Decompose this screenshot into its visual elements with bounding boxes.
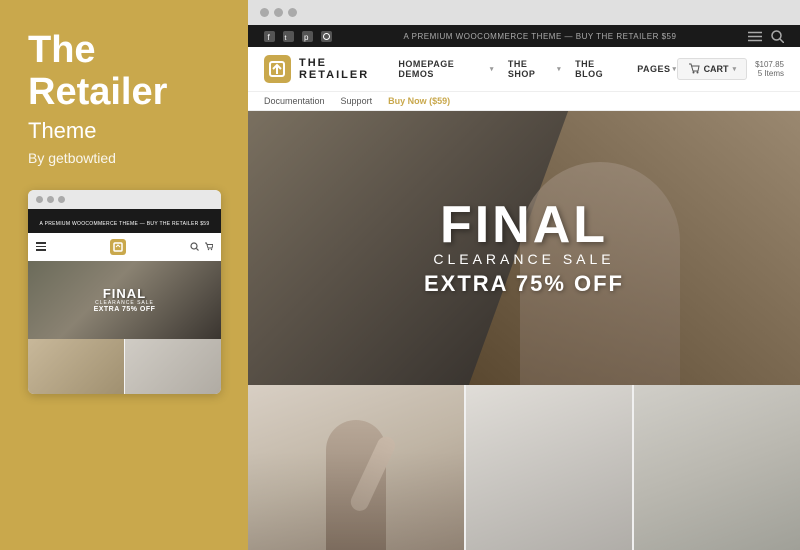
mini-dot-3: [58, 196, 65, 203]
sub-nav: Documentation Support Buy Now ($59): [248, 92, 800, 111]
nav-bar: THE RETAILER HOMEPAGE DEMOS ▾ THE SHOP ▾…: [248, 47, 800, 92]
mini-hero-extra: EXTRA 75% OFF: [94, 306, 156, 313]
sub-nav-documentation[interactable]: Documentation: [264, 96, 325, 106]
promo-text: A PREMIUM WOOCOMMERCE THEME — BUY THE RE…: [332, 32, 748, 41]
mini-logo-icon: [110, 239, 126, 255]
nav-logo: THE RETAILER: [264, 55, 398, 83]
top-bar: f t p A PREMIUM WOOCOMMERCE THEME — BUY …: [248, 25, 800, 47]
nav-item-homepage-demos[interactable]: HOMEPAGE DEMOS ▾: [398, 59, 493, 79]
cart-icon: [688, 63, 700, 75]
product-img-2[interactable]: [466, 385, 632, 550]
hero-section: FINAL CLEARANCE SALE EXTRA 75% OFF: [248, 111, 800, 385]
browser-titlebar: [248, 0, 800, 25]
menu-icon[interactable]: [748, 29, 762, 43]
mini-product-img-1: [28, 339, 124, 394]
theme-title: The Retailer: [28, 30, 167, 114]
mini-topbar: A PREMIUM WOOCOMMERCE THEME — BUY THE RE…: [28, 209, 221, 233]
browser-dot-3: [288, 8, 297, 17]
nav-logo-icon: [264, 55, 291, 83]
theme-subtitle: Theme: [28, 118, 96, 144]
nav-item-the-blog[interactable]: THE BLOG: [575, 59, 623, 79]
svg-text:p: p: [304, 33, 309, 42]
facebook-icon: f: [264, 31, 275, 42]
mini-dot-1: [36, 196, 43, 203]
mini-hero: FINAL CLEARANCE SALE EXTRA 75% OFF: [28, 261, 221, 339]
sub-nav-support[interactable]: Support: [341, 96, 373, 106]
mini-nav-icons: [190, 242, 213, 251]
pinterest-icon: p: [302, 31, 313, 42]
nav-item-pages[interactable]: PAGES ▾: [637, 64, 676, 74]
hero-content: FINAL CLEARANCE SALE EXTRA 75% OFF: [424, 199, 624, 297]
mini-browser-titlebar: [28, 190, 221, 209]
mini-hamburger-icon: [36, 242, 46, 251]
social-icons: f t p: [264, 31, 332, 42]
browser-dot-2: [274, 8, 283, 17]
nav-menu: HOMEPAGE DEMOS ▾ THE SHOP ▾ THE BLOG PAG…: [398, 59, 676, 79]
mini-hero-text: FINAL CLEARANCE SALE EXTRA 75% OFF: [94, 287, 156, 313]
mini-product-img-2: [125, 339, 221, 394]
cart-details: $107.85 5 Items: [755, 60, 784, 78]
twitter-icon: t: [283, 31, 294, 42]
nav-brand: THE RETAILER: [299, 57, 398, 81]
chevron-down-icon: ▾: [557, 65, 561, 73]
mini-hero-final: FINAL: [94, 287, 156, 300]
product-row: [248, 385, 800, 550]
hero-final-text: FINAL: [424, 199, 624, 251]
browser-dot-1: [260, 8, 269, 17]
nav-item-the-shop[interactable]: THE SHOP ▾: [508, 59, 561, 79]
hero-clearance-text: CLEARANCE SALE: [424, 251, 624, 267]
search-icon[interactable]: [770, 29, 784, 43]
mini-navbar: [28, 233, 221, 261]
mini-bottom-images: [28, 339, 221, 394]
product-img-3[interactable]: [634, 385, 800, 550]
left-panel: The Retailer Theme By getbowtied A PREMI…: [0, 0, 248, 550]
mini-browser-preview: A PREMIUM WOOCOMMERCE THEME — BUY THE RE…: [28, 190, 221, 394]
mini-hero-clearance: CLEARANCE SALE: [94, 300, 156, 306]
product-img-1[interactable]: [248, 385, 464, 550]
hero-extra-text: EXTRA 75% OFF: [424, 271, 624, 297]
nav-cart-area: CART ▾ $107.85 5 Items: [677, 58, 784, 80]
cart-chevron-icon: ▾: [733, 65, 737, 73]
svg-text:t: t: [285, 35, 287, 42]
mini-topbar-text: A PREMIUM WOOCOMMERCE THEME — BUY THE RE…: [40, 221, 210, 227]
mini-dot-2: [47, 196, 54, 203]
cart-button[interactable]: CART ▾: [677, 58, 748, 80]
mini-cart-icon: [204, 242, 213, 251]
theme-author: By getbowtied: [28, 150, 116, 166]
main-browser: f t p A PREMIUM WOOCOMMERCE THEME — BUY …: [248, 0, 800, 550]
sub-nav-buy-now[interactable]: Buy Now ($59): [388, 96, 450, 106]
chevron-down-icon: ▾: [490, 65, 494, 73]
mini-search-icon: [190, 242, 199, 251]
instagram-icon: [321, 31, 332, 42]
top-bar-right: [748, 29, 784, 43]
